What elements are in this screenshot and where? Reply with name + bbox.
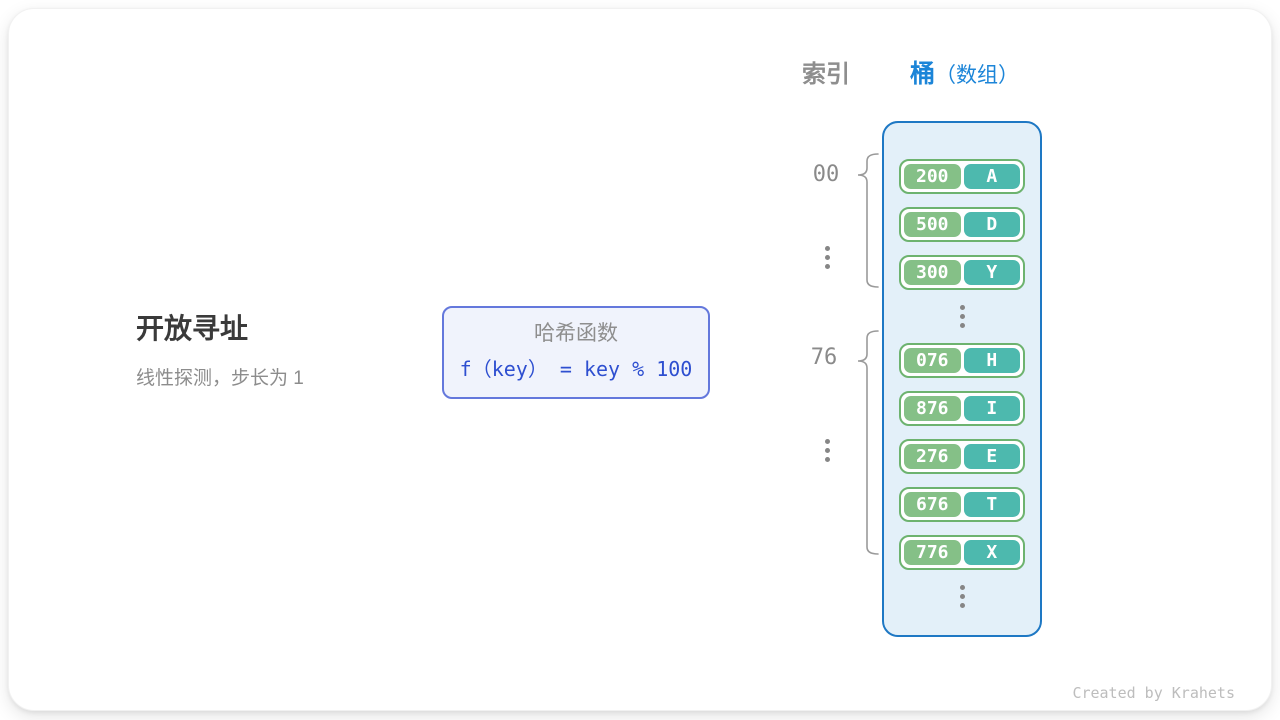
index-label-00: 00 — [806, 163, 846, 187]
bucket-entry: 276 E — [899, 439, 1025, 474]
diagram-card: 开放寻址 线性探测，步长为 1 哈希函数 f（key） = key % 100 … — [8, 8, 1272, 711]
hash-function-box: 哈希函数 f（key） = key % 100 — [442, 306, 710, 399]
bucket-label: 桶 — [910, 60, 935, 88]
bucket-label-suffix: （数组） — [935, 64, 1019, 87]
entry-key: 076 — [904, 348, 961, 373]
entry-value: A — [964, 164, 1021, 189]
brace-icon — [854, 152, 882, 292]
bucket-entry: 500 D — [899, 207, 1025, 242]
hash-function-formula: f（key） = key % 100 — [444, 356, 708, 382]
brace-icon — [854, 329, 882, 557]
entry-key: 676 — [904, 492, 961, 517]
bucket-entry: 676 T — [899, 487, 1025, 522]
page-title: 开放寻址 — [136, 312, 304, 346]
entry-key: 200 — [904, 164, 961, 189]
entry-value: X — [964, 540, 1021, 565]
bucket-entry: 300 Y — [899, 255, 1025, 290]
ellipsis-icon — [960, 303, 965, 330]
ellipsis-icon — [822, 246, 832, 269]
entry-key: 776 — [904, 540, 961, 565]
bucket-column-header: 桶（数组） — [882, 54, 1047, 90]
bucket-entry: 076 H — [899, 343, 1025, 378]
entry-value: D — [964, 212, 1021, 237]
index-column-header: 索引 — [786, 54, 866, 89]
page-subtitle: 线性探测，步长为 1 — [136, 367, 304, 391]
entry-value: T — [964, 492, 1021, 517]
ellipsis-icon — [822, 439, 832, 462]
hash-function-title: 哈希函数 — [444, 321, 708, 347]
bucket-entry: 776 X — [899, 535, 1025, 570]
bucket-entry: 200 A — [899, 159, 1025, 194]
entry-key: 500 — [904, 212, 961, 237]
entry-key: 300 — [904, 260, 961, 285]
entry-value: E — [964, 444, 1021, 469]
left-text-block: 开放寻址 线性探测，步长为 1 — [136, 312, 304, 391]
entry-key: 876 — [904, 396, 961, 421]
index-label-76: 76 — [804, 346, 844, 370]
entry-value: I — [964, 396, 1021, 421]
ellipsis-icon — [960, 583, 965, 610]
bucket-entry: 876 I — [899, 391, 1025, 426]
entry-value: H — [964, 348, 1021, 373]
bucket-array: 200 A 500 D 300 Y 076 H 876 I 276 E 676 … — [882, 121, 1042, 637]
credit-text: Created by Krahets — [1072, 684, 1235, 702]
entry-value: Y — [964, 260, 1021, 285]
entry-key: 276 — [904, 444, 961, 469]
